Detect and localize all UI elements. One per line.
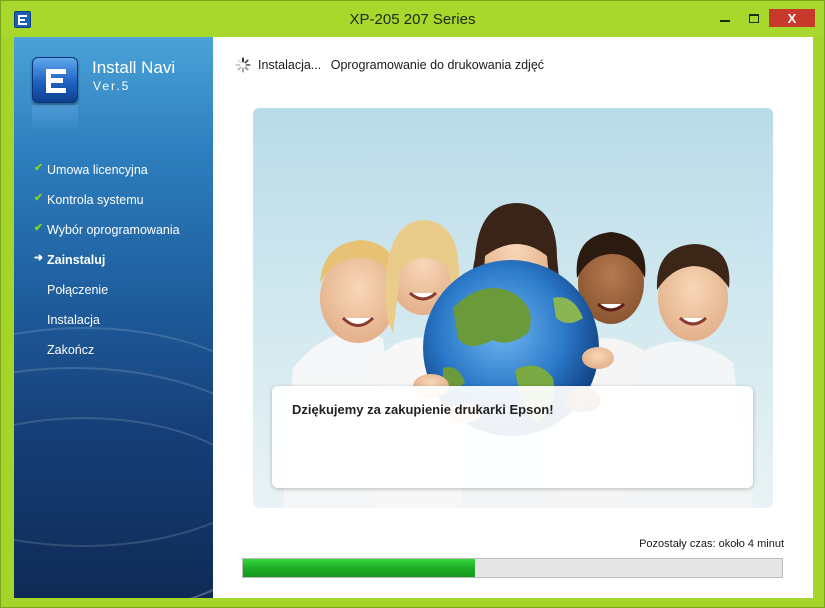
status-label: Instalacja... xyxy=(258,58,322,72)
step-label: Kontrola systemu xyxy=(47,193,144,207)
step-connection: Połączenie xyxy=(14,275,213,305)
step-label: Wybór oprogramowania xyxy=(47,223,180,237)
step-software-selection: ✔ Wybór oprogramowania xyxy=(14,215,213,245)
time-remaining: Pozostały czas: około 4 minut xyxy=(639,538,784,550)
step-finish: Zakończ xyxy=(14,335,213,365)
sidebar: Install Navi Ver.5 ✔ Umowa licencyjna ✔ … xyxy=(14,37,213,598)
step-install: ➜ Zainstaluj xyxy=(14,245,213,275)
title-bar[interactable]: XP-205 207 Series X xyxy=(1,1,824,37)
check-icon: ✔ xyxy=(33,222,44,234)
logo-reflection xyxy=(32,105,78,131)
step-label: Zakończ xyxy=(47,343,95,357)
step-system-check: ✔ Kontrola systemu xyxy=(14,185,213,215)
thank-you-message: Dziękujemy za zakupienie drukarki Epson! xyxy=(292,402,554,417)
loading-spinner-icon xyxy=(235,57,251,73)
children-holding-globe-photo: Dziękujemy za zakupienie drukarki Epson! xyxy=(253,108,773,508)
installer-client-area: Install Navi Ver.5 ✔ Umowa licencyjna ✔ … xyxy=(14,37,813,598)
thank-you-message-box: Dziękujemy za zakupienie drukarki Epson! xyxy=(272,386,753,488)
brand-name: Install Navi xyxy=(92,58,176,77)
maximize-icon xyxy=(749,13,759,23)
step-label: Umowa licencyjna xyxy=(47,163,148,177)
check-icon: ✔ xyxy=(33,192,44,204)
minimize-button[interactable] xyxy=(711,9,739,27)
status-line: Instalacja... Oprogramowanie do drukowan… xyxy=(258,58,544,72)
sidebar-swoosh-decoration xyxy=(14,417,213,598)
main-pane: Instalacja... Oprogramowanie do drukowan… xyxy=(213,37,813,598)
maximize-button[interactable] xyxy=(740,9,768,27)
window-title: XP-205 207 Series xyxy=(349,11,476,28)
step-license: ✔ Umowa licencyjna xyxy=(14,155,213,185)
step-setup: Instalacja xyxy=(14,305,213,335)
status-detail: Oprogramowanie do drukowania zdjęć xyxy=(330,58,545,72)
progress-fill xyxy=(243,559,475,577)
install-progress-bar xyxy=(242,558,783,578)
step-label: Połączenie xyxy=(47,283,109,297)
check-icon: ✔ xyxy=(33,162,44,174)
close-button[interactable]: X xyxy=(769,9,815,27)
step-label: Zainstaluj xyxy=(47,253,106,267)
minimize-icon xyxy=(720,20,730,22)
step-label: Instalacja xyxy=(47,313,100,327)
install-steps-list: ✔ Umowa licencyjna ✔ Kontrola systemu ✔ … xyxy=(14,155,213,365)
brand-version: Ver.5 xyxy=(93,79,131,93)
arrow-right-icon: ➜ xyxy=(33,252,44,264)
epson-e-logo-icon xyxy=(32,57,78,103)
installer-window: XP-205 207 Series X Install Navi Ver.5 ✔… xyxy=(0,0,825,608)
